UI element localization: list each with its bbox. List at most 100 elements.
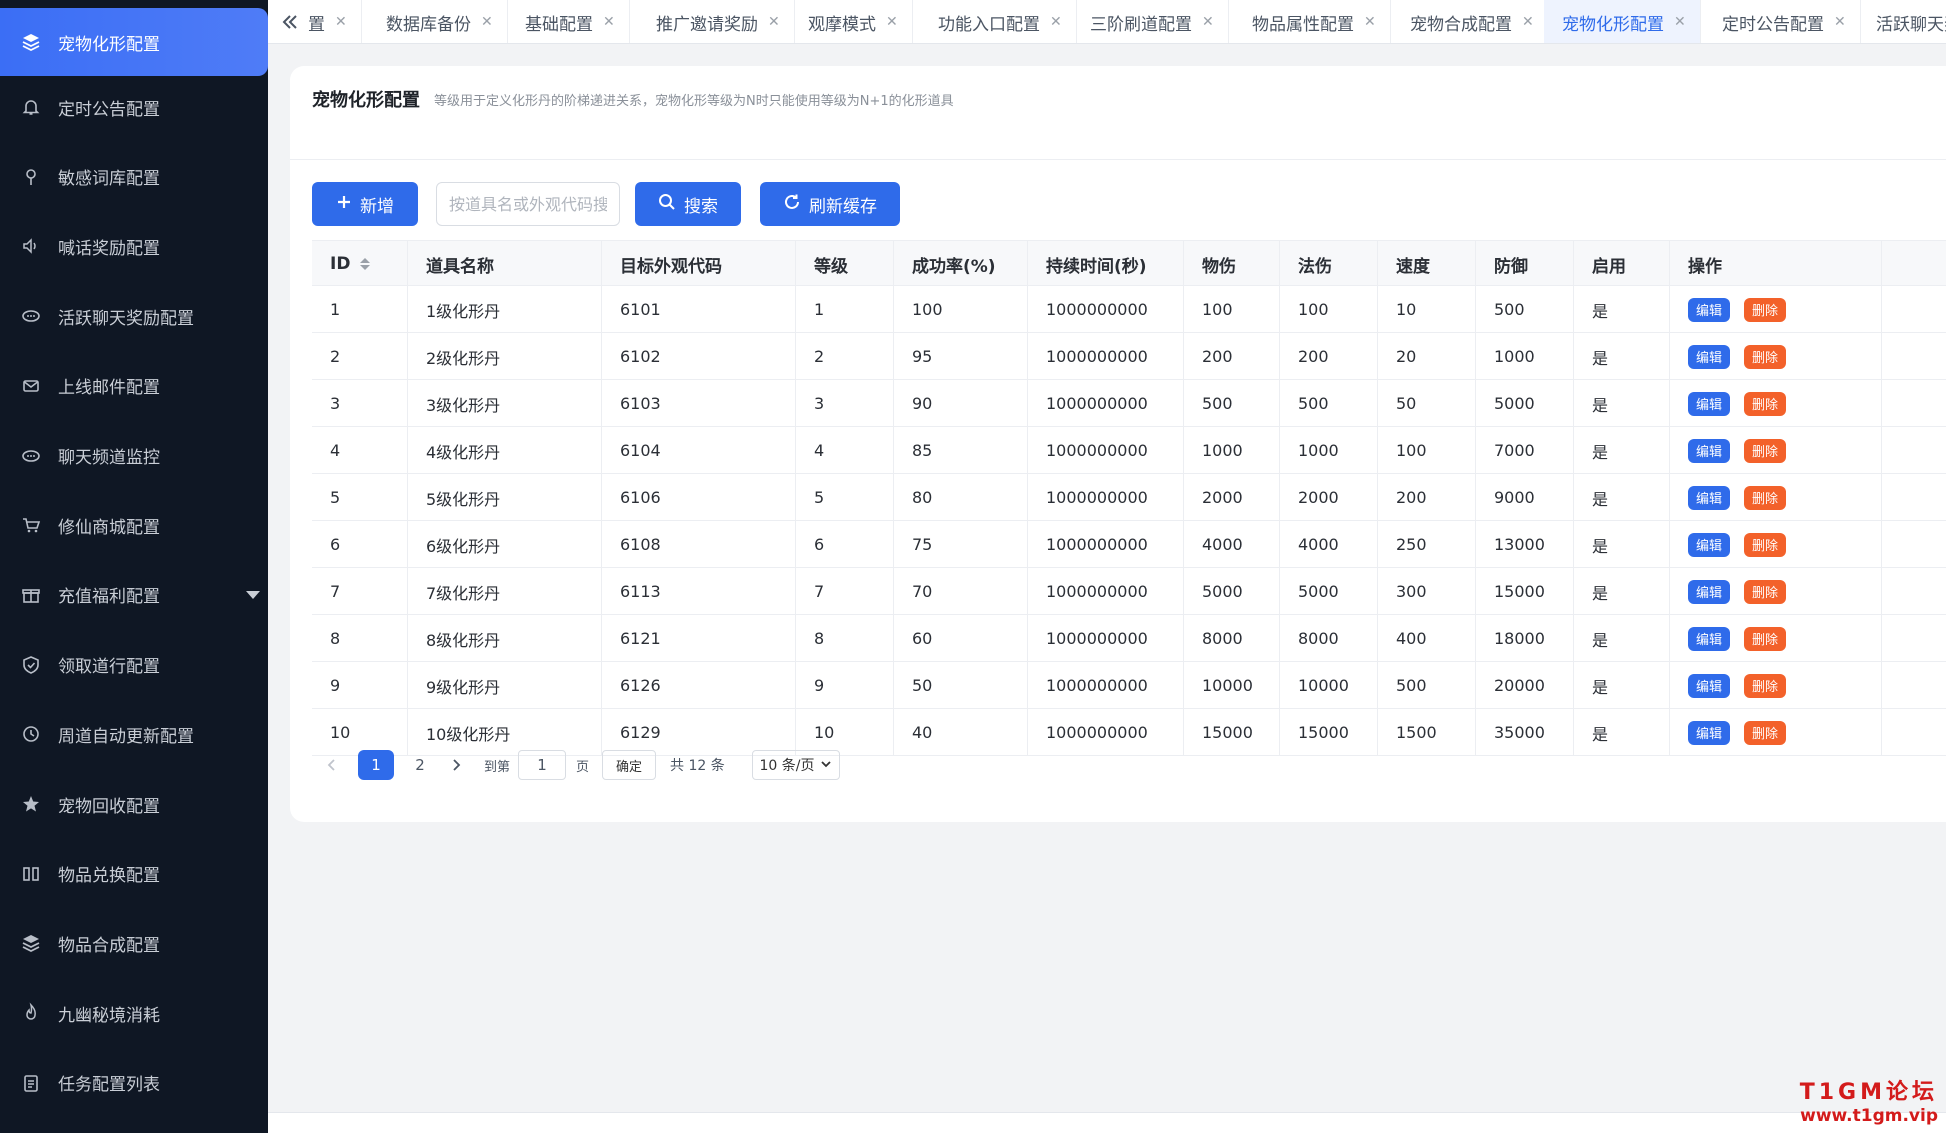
add-button[interactable]: 新增 (312, 182, 418, 226)
sidebar-item-2[interactable]: 敏感词库配置 (0, 142, 268, 212)
goto-confirm-button[interactable]: 确定 (602, 750, 656, 780)
close-icon[interactable]: ✕ (335, 14, 347, 30)
delete-button[interactable]: 删除 (1744, 391, 1786, 416)
delete-button[interactable]: 删除 (1744, 297, 1786, 322)
delete-button[interactable]: 删除 (1744, 579, 1786, 604)
tab-0[interactable]: 置 ✕ (308, 0, 362, 43)
close-icon[interactable]: ✕ (1834, 14, 1846, 30)
collapse-tabs-icon[interactable] (276, 8, 304, 36)
close-icon[interactable]: ✕ (1050, 14, 1062, 30)
tab-6[interactable]: 三阶刷道配置 ✕ (1072, 0, 1229, 43)
table-cell: 5000 (1476, 380, 1574, 427)
page-size-select[interactable]: 10 条/页 (752, 750, 840, 780)
goto-page-input[interactable]: 1 (518, 750, 566, 780)
sort-icon[interactable] (360, 258, 371, 270)
close-icon[interactable]: ✕ (768, 14, 780, 30)
sidebar-item-5[interactable]: 上线邮件配置 (0, 351, 268, 421)
table-header: ID 道具名称 目标外观代码 等级 成功率(%) 持续时间(秒) 物伤 法伤 速度 防御 启用 操作 (312, 240, 1946, 287)
sidebar-item-7[interactable]: 修仙商城配置 (0, 490, 268, 560)
tab-label: 推广邀请奖励 (656, 14, 758, 35)
column-header: 防御 (1476, 241, 1574, 287)
delete-button[interactable]: 删除 (1744, 438, 1786, 463)
sidebar-item-9[interactable]: 领取道行配置 (0, 630, 268, 700)
table-cell: 15000 (1280, 709, 1378, 756)
sidebar-item-label: 领取道行配置 (58, 657, 160, 678)
sidebar-item-12[interactable]: 物品兑换配置 (0, 839, 268, 909)
edit-button[interactable]: 编辑 (1688, 720, 1730, 745)
sidebar-item-0[interactable]: 宠物化形配置 (0, 8, 268, 76)
tab-7[interactable]: 物品属性配置 ✕ (1234, 0, 1391, 43)
tab-2[interactable]: 基础配置 ✕ (507, 0, 630, 43)
tab-4[interactable]: 观摩模式 ✕ (790, 0, 913, 43)
close-icon[interactable]: ✕ (1522, 14, 1534, 30)
next-page-icon[interactable] (450, 750, 462, 780)
delete-button[interactable]: 删除 (1744, 344, 1786, 369)
column-header: 启用 (1574, 241, 1670, 287)
search-input[interactable] (436, 182, 620, 226)
sidebar-item-8[interactable]: 充值福利配置 (0, 560, 268, 630)
close-icon[interactable]: ✕ (481, 14, 493, 30)
sidebar-item-15[interactable]: 任务配置列表 (0, 1048, 268, 1118)
sidebar-item-label: 任务配置列表 (58, 1075, 160, 1096)
close-icon[interactable]: ✕ (886, 14, 898, 30)
tab-label: 宠物化形配置 (1562, 14, 1664, 35)
edit-button[interactable]: 编辑 (1688, 673, 1730, 698)
page-suffix: 页 (576, 759, 590, 775)
prev-page-icon[interactable] (326, 750, 338, 780)
column-header[interactable]: ID (312, 241, 408, 287)
table-cell: 是 (1574, 568, 1670, 615)
delete-button[interactable]: 删除 (1744, 485, 1786, 510)
refresh-cache-button[interactable]: 刷新缓存 (760, 182, 900, 226)
table-cell: 100 (1378, 427, 1476, 474)
table-cell: 6108 (602, 521, 796, 568)
table-cell: 60 (894, 615, 1028, 662)
tab-5[interactable]: 功能入口配置 ✕ (920, 0, 1077, 43)
edit-button[interactable]: 编辑 (1688, 626, 1730, 651)
tab-8[interactable]: 宠物合成配置 ✕ (1392, 0, 1549, 43)
sidebar-item-1[interactable]: 定时公告配置 (0, 72, 268, 142)
delete-button[interactable]: 删除 (1744, 720, 1786, 745)
tab-9[interactable]: 宠物化形配置 ✕ (1544, 0, 1701, 43)
close-icon[interactable]: ✕ (603, 14, 615, 30)
sidebar-item-13[interactable]: 物品合成配置 (0, 908, 268, 978)
edit-button[interactable]: 编辑 (1688, 391, 1730, 416)
tab-1[interactable]: 数据库备份 ✕ (368, 0, 508, 43)
close-icon[interactable]: ✕ (1364, 14, 1376, 30)
column-header: 等级 (796, 241, 894, 287)
tab-10[interactable]: 定时公告配置 ✕ (1704, 0, 1861, 43)
sidebar-item-14[interactable]: 九幽秘境消耗 (0, 978, 268, 1048)
tab-11[interactable]: 活跃聊天奖 (1858, 0, 1946, 43)
search-button-label: 搜索 (684, 196, 718, 217)
shield-icon (20, 654, 42, 676)
edit-button[interactable]: 编辑 (1688, 485, 1730, 510)
table-cell: 3 (796, 380, 894, 427)
delete-button[interactable]: 删除 (1744, 673, 1786, 698)
table-cell: 18000 (1476, 615, 1574, 662)
sidebar-item-label: 聊天频道监控 (58, 448, 160, 468)
close-icon[interactable]: ✕ (1202, 14, 1214, 30)
sidebar-item-3[interactable]: 喊话奖励配置 (0, 211, 268, 281)
page-2-button[interactable]: 2 (402, 750, 438, 780)
sidebar-item-6[interactable]: 聊天频道监控 (0, 421, 268, 491)
sidebar-item-10[interactable]: 周道自动更新配置 (0, 699, 268, 769)
edit-button[interactable]: 编辑 (1688, 438, 1730, 463)
edit-button[interactable]: 编辑 (1688, 344, 1730, 369)
edit-button[interactable]: 编辑 (1688, 532, 1730, 557)
delete-button[interactable]: 删除 (1744, 532, 1786, 557)
search-button[interactable]: 搜索 (635, 182, 741, 226)
close-icon[interactable]: ✕ (1674, 14, 1686, 30)
page-1-button[interactable]: 1 (358, 750, 394, 780)
sidebar-item-label: 周道自动更新配置 (58, 726, 194, 747)
table-cell: 3级化形丹 (408, 380, 602, 427)
sidebar-item-11[interactable]: 宠物回收配置 (0, 769, 268, 839)
delete-button[interactable]: 删除 (1744, 626, 1786, 651)
edit-button[interactable]: 编辑 (1688, 297, 1730, 322)
table-cell: 200 (1378, 474, 1476, 521)
tab-3[interactable]: 推广邀请奖励 ✕ (638, 0, 795, 43)
table-cell: 1000000000 (1028, 380, 1184, 427)
edit-button[interactable]: 编辑 (1688, 579, 1730, 604)
table-cell: 20 (1378, 333, 1476, 380)
sidebar-item-4[interactable]: 活跃聊天奖励配置 (0, 281, 268, 351)
table-cell: 8000 (1184, 615, 1280, 662)
table-cell: 4000 (1280, 521, 1378, 568)
